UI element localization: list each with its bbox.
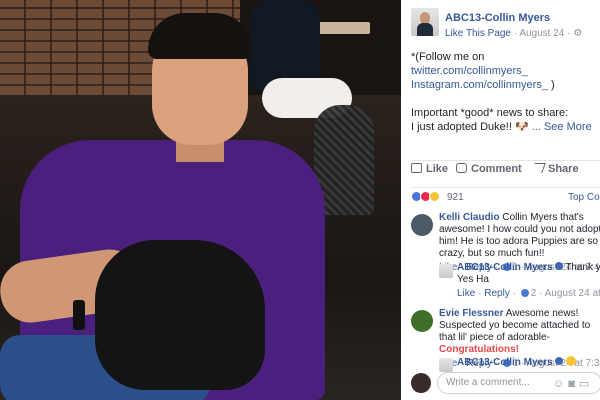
- congratulations-text: Congratulations!: [439, 344, 519, 355]
- comment-button[interactable]: Comment: [456, 163, 522, 175]
- puppy: [95, 240, 265, 390]
- post-text-line3: I just adopted Duke!! 🐶 ... See More: [411, 121, 592, 133]
- share-button[interactable]: Share: [531, 163, 579, 175]
- see-more-link[interactable]: ... See More: [532, 121, 592, 133]
- smile-icon[interactable]: ☺: [553, 378, 568, 390]
- globe-icon: ⚙: [573, 28, 583, 39]
- twitter-link[interactable]: twitter.com/collinmyers_: [411, 65, 528, 77]
- reply-reply[interactable]: Reply: [484, 288, 510, 299]
- comment-tools: ☺◙▭: [553, 377, 593, 390]
- hair: [148, 13, 252, 59]
- gif-icon[interactable]: ▭: [579, 378, 593, 390]
- post-text-line2: Important *good* news to share:: [411, 107, 569, 119]
- commenter-name[interactable]: Kelli Claudio: [439, 212, 500, 223]
- reply-meta: Like · Reply · 2 · August 24 at 7:51p: [457, 288, 600, 300]
- replier-avatar[interactable]: [439, 358, 453, 372]
- watch: [73, 300, 85, 330]
- post-actions: Like Comment Share: [411, 160, 600, 178]
- background-person: [250, 0, 320, 90]
- verified-icon: [554, 357, 563, 365]
- instagram-link[interactable]: Instagram.com/collinmyers_: [411, 79, 548, 91]
- thumbs-up-icon: [411, 163, 422, 173]
- reaction-icons[interactable]: [411, 191, 440, 205]
- reply-like[interactable]: Like: [457, 288, 475, 299]
- write-comment-bar: Write a comment... ☺◙▭: [411, 372, 600, 394]
- like-count-icon: [520, 289, 529, 297]
- like-button[interactable]: Like: [411, 163, 448, 175]
- reply-time[interactable]: August 24 at 7:51p: [545, 288, 600, 299]
- smile-emoji-icon: [565, 356, 576, 366]
- post-text: *(Follow me on twitter.com/collinmyers_ …: [411, 50, 597, 134]
- post-meta: Like This Page · August 24 · ⚙: [445, 28, 583, 39]
- post-text-line1: *(Follow me on twitter.com/collinmyers_ …: [411, 51, 555, 91]
- like-page-link[interactable]: Like This Page: [445, 28, 511, 39]
- commenter-name[interactable]: Evie Flessner: [439, 308, 503, 319]
- commenter-avatar[interactable]: [411, 214, 433, 236]
- share-icon: [531, 163, 546, 173]
- reactions-bar: 921 Top Comm: [411, 187, 600, 203]
- post-header: ABC13-Collin Myers Like This Page · Augu…: [411, 8, 600, 42]
- commenter-avatar[interactable]: [411, 310, 433, 332]
- replier-avatar[interactable]: [439, 264, 453, 278]
- page-name[interactable]: ABC13-Collin Myers: [445, 12, 550, 24]
- post-date[interactable]: August 24: [519, 28, 564, 39]
- comment-icon: [456, 163, 467, 173]
- camera-icon[interactable]: ◙: [568, 378, 579, 390]
- top-comments-dropdown[interactable]: Top Comm: [568, 192, 600, 203]
- post-panel: ABC13-Collin Myers Like This Page · Augu…: [401, 0, 600, 400]
- post-photo[interactable]: [0, 0, 401, 400]
- wow-reaction-icon: [429, 191, 440, 202]
- page-avatar[interactable]: [411, 8, 439, 36]
- user-avatar: [411, 373, 431, 393]
- verified-icon: [554, 262, 563, 270]
- reaction-count[interactable]: 921: [447, 192, 464, 203]
- replier-name[interactable]: ABC13-Collin Myers: [457, 357, 553, 368]
- replier-name[interactable]: ABC13-Collin Myers: [457, 262, 553, 273]
